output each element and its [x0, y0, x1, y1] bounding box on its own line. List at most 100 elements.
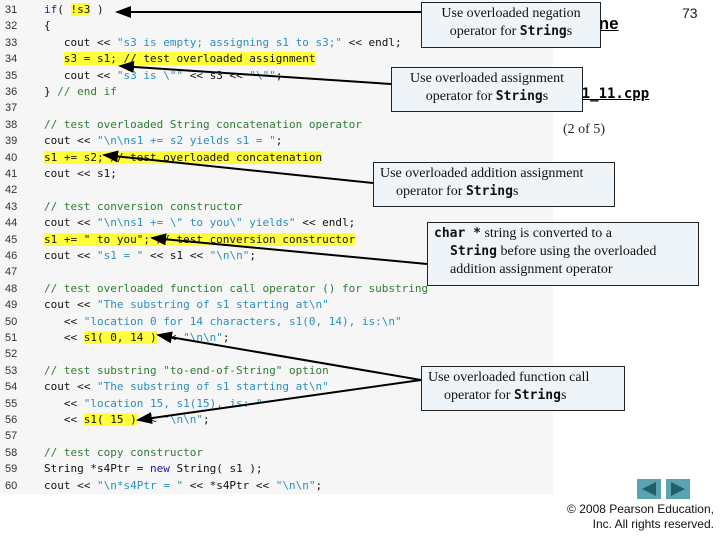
code-comment: // test overloaded function call operato…: [44, 281, 429, 295]
code-token: cout <<: [44, 35, 117, 49]
code-token: ;: [275, 68, 283, 82]
part-indicator: (2 of 5): [563, 122, 605, 137]
code-token: << endl;: [342, 35, 402, 49]
code-token: <<: [44, 413, 84, 426]
callout-code: String: [519, 24, 567, 39]
code-token: ;: [315, 478, 323, 492]
code-text: cout << "\n\ns1 += s2 yields s1 = ";: [44, 133, 282, 149]
callout-text: s: [566, 24, 573, 39]
code-string: "s3 is empty; assigning s1 to s3;": [116, 35, 343, 49]
code-text: cout << "The substring of s1 starting at…: [44, 379, 329, 395]
code-string: "\"": [249, 68, 276, 82]
callout-text: operator for: [425, 89, 496, 104]
line-number: 35: [5, 69, 18, 82]
code-token: cout <<: [44, 298, 97, 312]
callout-text: before using the overloaded: [496, 244, 657, 259]
code-text: {: [44, 18, 51, 34]
line-number: 34: [5, 53, 18, 66]
code-line: 60 cout << "\n*s4Ptr = " << *s4Ptr << "\n…: [0, 478, 553, 494]
code-string: "s3 is \"": [116, 68, 184, 82]
code-token: (: [57, 3, 71, 16]
code-text: // test conversion constructor: [44, 199, 243, 215]
code-token: String *s4Ptr =: [44, 462, 150, 476]
line-number: 43: [5, 200, 18, 213]
callout-code: String: [465, 184, 513, 199]
code-comment: // test copy constructor: [44, 445, 203, 459]
highlighted-code: s1 += " to you"; // test conversion cons…: [44, 232, 356, 246]
line-number: 45: [5, 233, 18, 246]
next-slide-button[interactable]: [666, 479, 690, 499]
code-string: "\n\n": [163, 413, 203, 426]
code-text: << s1( 15 ) << "\n\n";: [44, 412, 210, 428]
line-number: 42: [5, 184, 18, 197]
code-text: << "location 15, s1(15), is: ": [44, 396, 263, 412]
line-number: 52: [5, 348, 18, 361]
code-comment: // end if: [57, 85, 117, 98]
code-comment: // test substring "to-end-of-String" opt…: [44, 363, 329, 377]
callout-negation: Use overloaded negation operator for Str…: [421, 2, 601, 48]
callout-code: String: [495, 89, 543, 104]
code-token: ): [90, 3, 104, 16]
code-line: 52: [0, 346, 553, 362]
code-token: <<: [44, 314, 84, 328]
code-text: String *s4Ptr = new String( s1 );: [44, 461, 263, 477]
code-string: "\n\ns1 += s2 yields s1 = ": [96, 134, 276, 148]
code-keyword: if: [44, 3, 58, 16]
callout-text: string is converted to a: [480, 226, 612, 241]
code-text: // test copy constructor: [44, 445, 203, 461]
callout-text: operator for: [449, 24, 520, 39]
code-line: 59 String *s4Ptr = new String( s1 );: [0, 461, 553, 477]
code-token: cout <<: [44, 380, 97, 394]
line-number: 53: [5, 364, 18, 377]
copyright-notice: © 2008 Pearson Education, Inc. All right…: [567, 502, 714, 532]
line-number: 37: [5, 102, 18, 115]
code-token: cout <<: [44, 134, 97, 148]
code-line: 58 // test copy constructor: [0, 445, 553, 461]
callout-text: Use overloaded addition assignment: [380, 166, 584, 181]
code-token: ;: [202, 413, 210, 426]
callout-text: Use overloaded assignment: [410, 71, 564, 86]
code-text: << s1( 0, 14 ) << "\n\n";: [44, 330, 229, 346]
copyright-line: Inc. All rights reserved.: [592, 517, 714, 531]
line-number: 33: [5, 36, 18, 49]
code-string: "\n\n": [183, 331, 223, 344]
code-line: 57: [0, 428, 553, 444]
line-number: 40: [5, 151, 18, 164]
callout-text: Use overloaded negation: [441, 6, 581, 21]
line-number: 57: [5, 430, 18, 443]
code-comment: // test overloaded String concatenation …: [44, 117, 362, 131]
code-token: ;: [222, 331, 230, 344]
callout-function-call: Use overloaded function call operator fo…: [421, 366, 625, 411]
line-number: 51: [5, 332, 18, 344]
code-text: // test substring "to-end-of-String" opt…: [44, 363, 329, 379]
line-number: 36: [5, 86, 18, 98]
copyright-line: © 2008 Pearson Education,: [567, 502, 714, 516]
code-text: cout << "The substring of s1 starting at…: [44, 297, 329, 313]
code-string: "location 0 for 14 characters, s1(0, 14)…: [83, 314, 402, 328]
code-token: ;: [249, 249, 256, 262]
code-line: 51 << s1( 0, 14 ) << "\n\n";: [0, 330, 553, 346]
callout-text: addition assignment operator: [450, 262, 613, 277]
line-number: 54: [5, 381, 18, 394]
code-token: }: [44, 85, 58, 98]
code-token: << s1 <<: [143, 249, 210, 262]
code-text: // test overloaded String concatenation …: [44, 117, 362, 133]
code-text: cout << "\n\ns1 += \" to you\" yields" <…: [44, 215, 355, 231]
callout-code: String: [450, 244, 497, 259]
previous-slide-button[interactable]: [637, 479, 661, 499]
line-number: 39: [5, 135, 18, 148]
code-token: cout <<: [44, 216, 97, 230]
code-text: cout << "\n*s4Ptr = " << *s4Ptr << "\n\n…: [44, 478, 322, 494]
code-string: "s1 = ": [96, 249, 144, 262]
code-token: cout <<: [44, 68, 117, 82]
line-number: 46: [5, 250, 18, 262]
code-token: cout << s1;: [44, 167, 117, 180]
line-number: 49: [5, 299, 18, 312]
highlighted-code: s3 = s1; // test overloaded assignment: [63, 52, 316, 66]
callout-text: operator for: [444, 388, 514, 403]
code-text: } // end if: [44, 84, 117, 100]
triangle-right-icon: [671, 482, 685, 496]
line-number: 41: [5, 168, 18, 180]
callout-addition: Use overloaded addition assignment opera…: [373, 162, 615, 207]
code-text: s1 += s2; // test overloaded concatenati…: [44, 150, 323, 166]
